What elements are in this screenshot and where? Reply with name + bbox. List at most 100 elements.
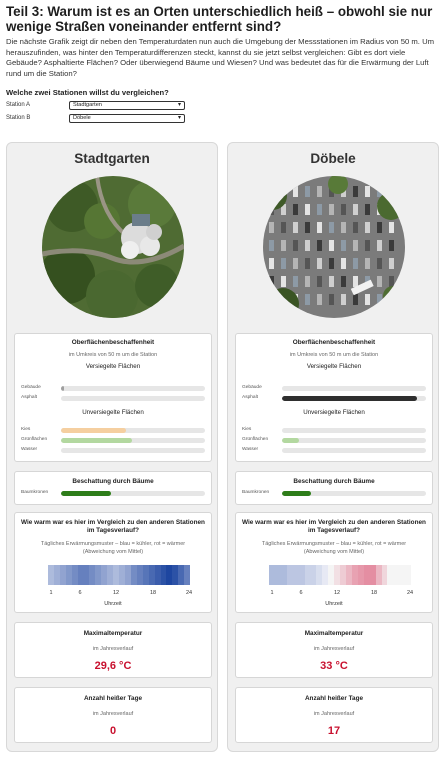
- shade-title: Beschattung durch Bäume: [72, 478, 154, 485]
- bar-track: [61, 448, 205, 453]
- hour-tick: 6: [299, 590, 303, 596]
- max-temp-card: Maximaltemperatur im Jahresverlauf 29,6 …: [14, 622, 212, 678]
- hour-axis-label: Uhrzeit: [104, 601, 122, 607]
- hot-days-title: Anzahl heißer Tage: [304, 695, 364, 702]
- station-a-label: Station A: [6, 102, 31, 108]
- station-columns: Stadtgarten Oberflächenbeschaffenheit im…: [6, 142, 440, 752]
- hour-tick: 18: [149, 590, 157, 596]
- bar-building: Gebäude: [242, 385, 427, 392]
- bar-track: [282, 448, 426, 453]
- bar-fill: [282, 491, 311, 496]
- bar-track: [282, 491, 426, 496]
- station-b-row: Station B Döbele ▾: [6, 113, 439, 123]
- max-temp-value: 29,6 °C: [94, 660, 132, 672]
- max-temp-card: Maximaltemperatur im Jahresverlauf 33 °C: [235, 622, 433, 678]
- hour-tick: 6: [78, 590, 82, 596]
- hour-tick: 24: [185, 590, 193, 596]
- surface-title: Oberflächenbeschaffenheit: [71, 339, 155, 346]
- surface-subtitle: im Umkreis von 50 m um die Station: [289, 352, 379, 358]
- bar-label: Gebäude: [242, 385, 262, 390]
- intro-text: Die nächste Grafik zeigt dir neben den T…: [6, 37, 435, 78]
- bar-fill: [282, 396, 418, 401]
- shade-card: Beschattung durch Bäume Baumkronen: [235, 471, 433, 505]
- bar-track: [61, 428, 205, 433]
- bar-fill: [61, 438, 132, 443]
- station-column: Stadtgarten Oberflächenbeschaffenheit im…: [6, 142, 218, 752]
- bar-track: [282, 438, 426, 443]
- station-b-label: Station B: [6, 115, 31, 121]
- bar-green: Grünflächen: [21, 437, 206, 444]
- bar-fill: [61, 428, 126, 433]
- hot-days-value: 0: [109, 725, 117, 737]
- hour-tick: 12: [112, 590, 120, 596]
- station-b-select[interactable]: Döbele ▾: [69, 113, 185, 123]
- bar-track: [61, 438, 205, 443]
- hot-days-card: Anzahl heißer Tage im Jahresverlauf 0: [14, 687, 212, 743]
- sealed-title: Versiegelte Flächen: [306, 363, 362, 370]
- hour-tick: 1: [49, 590, 53, 596]
- bar-label: Gebäude: [21, 385, 41, 390]
- max-temp-title: Maximaltemperatur: [304, 630, 364, 637]
- bar-gravel: Kies: [21, 427, 206, 434]
- bar-water: Wasser: [242, 447, 427, 454]
- page: Teil 3: Warum ist es an Orten unterschie…: [0, 0, 445, 758]
- page-title: Teil 3: Warum ist es an Orten unterschie…: [6, 4, 433, 34]
- hour-axis-label: Uhrzeit: [325, 601, 343, 607]
- hour-tick: 1: [270, 590, 274, 596]
- bar-track: [61, 396, 205, 401]
- bar-label: Kies: [242, 427, 252, 432]
- max-temp-title: Maximaltemperatur: [83, 630, 143, 637]
- unsealed-title: Unversiegelte Flächen: [303, 409, 365, 416]
- bar-label: Grünflächen: [21, 437, 48, 442]
- unsealed-title: Unversiegelte Flächen: [82, 409, 144, 416]
- aerial-photo: [42, 176, 184, 318]
- bar-water: Wasser: [21, 447, 206, 454]
- bar-gravel: Kies: [242, 427, 427, 434]
- hot-days-subtitle: im Jahresverlauf: [313, 711, 355, 717]
- station-a-select[interactable]: Stadtgarten ▾: [69, 100, 185, 110]
- bar-fill: [282, 438, 300, 443]
- bar-track: [61, 386, 205, 391]
- daily-pattern-card: Wie warm war es hier im Vergleich zu den…: [235, 512, 433, 613]
- station-name: Döbele: [310, 151, 356, 166]
- compare-title: Wie warm war es hier im Vergleich zu den…: [21, 519, 205, 534]
- bar-label: Baumkronen: [242, 490, 270, 495]
- bar-track: [61, 491, 205, 496]
- bar-track: [282, 396, 426, 401]
- shade-card: Beschattung durch Bäume Baumkronen: [14, 471, 212, 505]
- bar-canopy: Baumkronen: [242, 490, 427, 497]
- station-a-row: Station A Stadtgarten ▾: [6, 100, 439, 110]
- hour-tick: 24: [406, 590, 414, 596]
- bar-fill: [61, 491, 112, 496]
- chevron-down-icon: ▾: [177, 114, 181, 121]
- sealed-title: Versiegelte Flächen: [85, 363, 141, 370]
- max-temp-subtitle: im Jahresverlauf: [313, 646, 355, 652]
- bar-label: Asphalt: [21, 395, 37, 400]
- compare-subtitle: Tägliches Erwärmungsmuster – blau = kühl…: [261, 541, 407, 555]
- compare-title: Wie warm war es hier im Vergleich zu den…: [242, 519, 426, 534]
- heat-cell: [184, 565, 191, 585]
- hot-days-title: Anzahl heißer Tage: [83, 695, 143, 702]
- bar-green: Grünflächen: [242, 437, 427, 444]
- shade-title: Beschattung durch Bäume: [293, 478, 375, 485]
- heat-strip: [48, 565, 191, 585]
- bar-label: Wasser: [21, 447, 38, 452]
- bar-fill: [61, 386, 64, 391]
- bar-label: Wasser: [242, 447, 259, 452]
- station-name: Stadtgarten: [74, 151, 150, 166]
- chevron-down-icon: ▾: [177, 101, 181, 108]
- max-temp-value: 33 °C: [320, 660, 348, 672]
- surface-card: Oberflächenbeschaffenheit im Umkreis von…: [235, 333, 433, 462]
- parking-aerial-graphic: [263, 176, 405, 318]
- hot-days-value: 17: [327, 725, 341, 737]
- surface-title: Oberflächenbeschaffenheit: [292, 339, 376, 346]
- surface-subtitle: im Umkreis von 50 m um die Station: [68, 352, 158, 358]
- bar-label: Kies: [21, 427, 31, 432]
- hot-days-card: Anzahl heißer Tage im Jahresverlauf 17: [235, 687, 433, 743]
- hot-days-subtitle: im Jahresverlauf: [92, 711, 134, 717]
- bar-track: [282, 386, 426, 391]
- hour-tick: 18: [370, 590, 378, 596]
- bar-label: Baumkronen: [21, 490, 49, 495]
- selector-question: Welche zwei Stationen willst du vergleic…: [6, 88, 169, 97]
- daily-pattern-card: Wie warm war es hier im Vergleich zu den…: [14, 512, 212, 613]
